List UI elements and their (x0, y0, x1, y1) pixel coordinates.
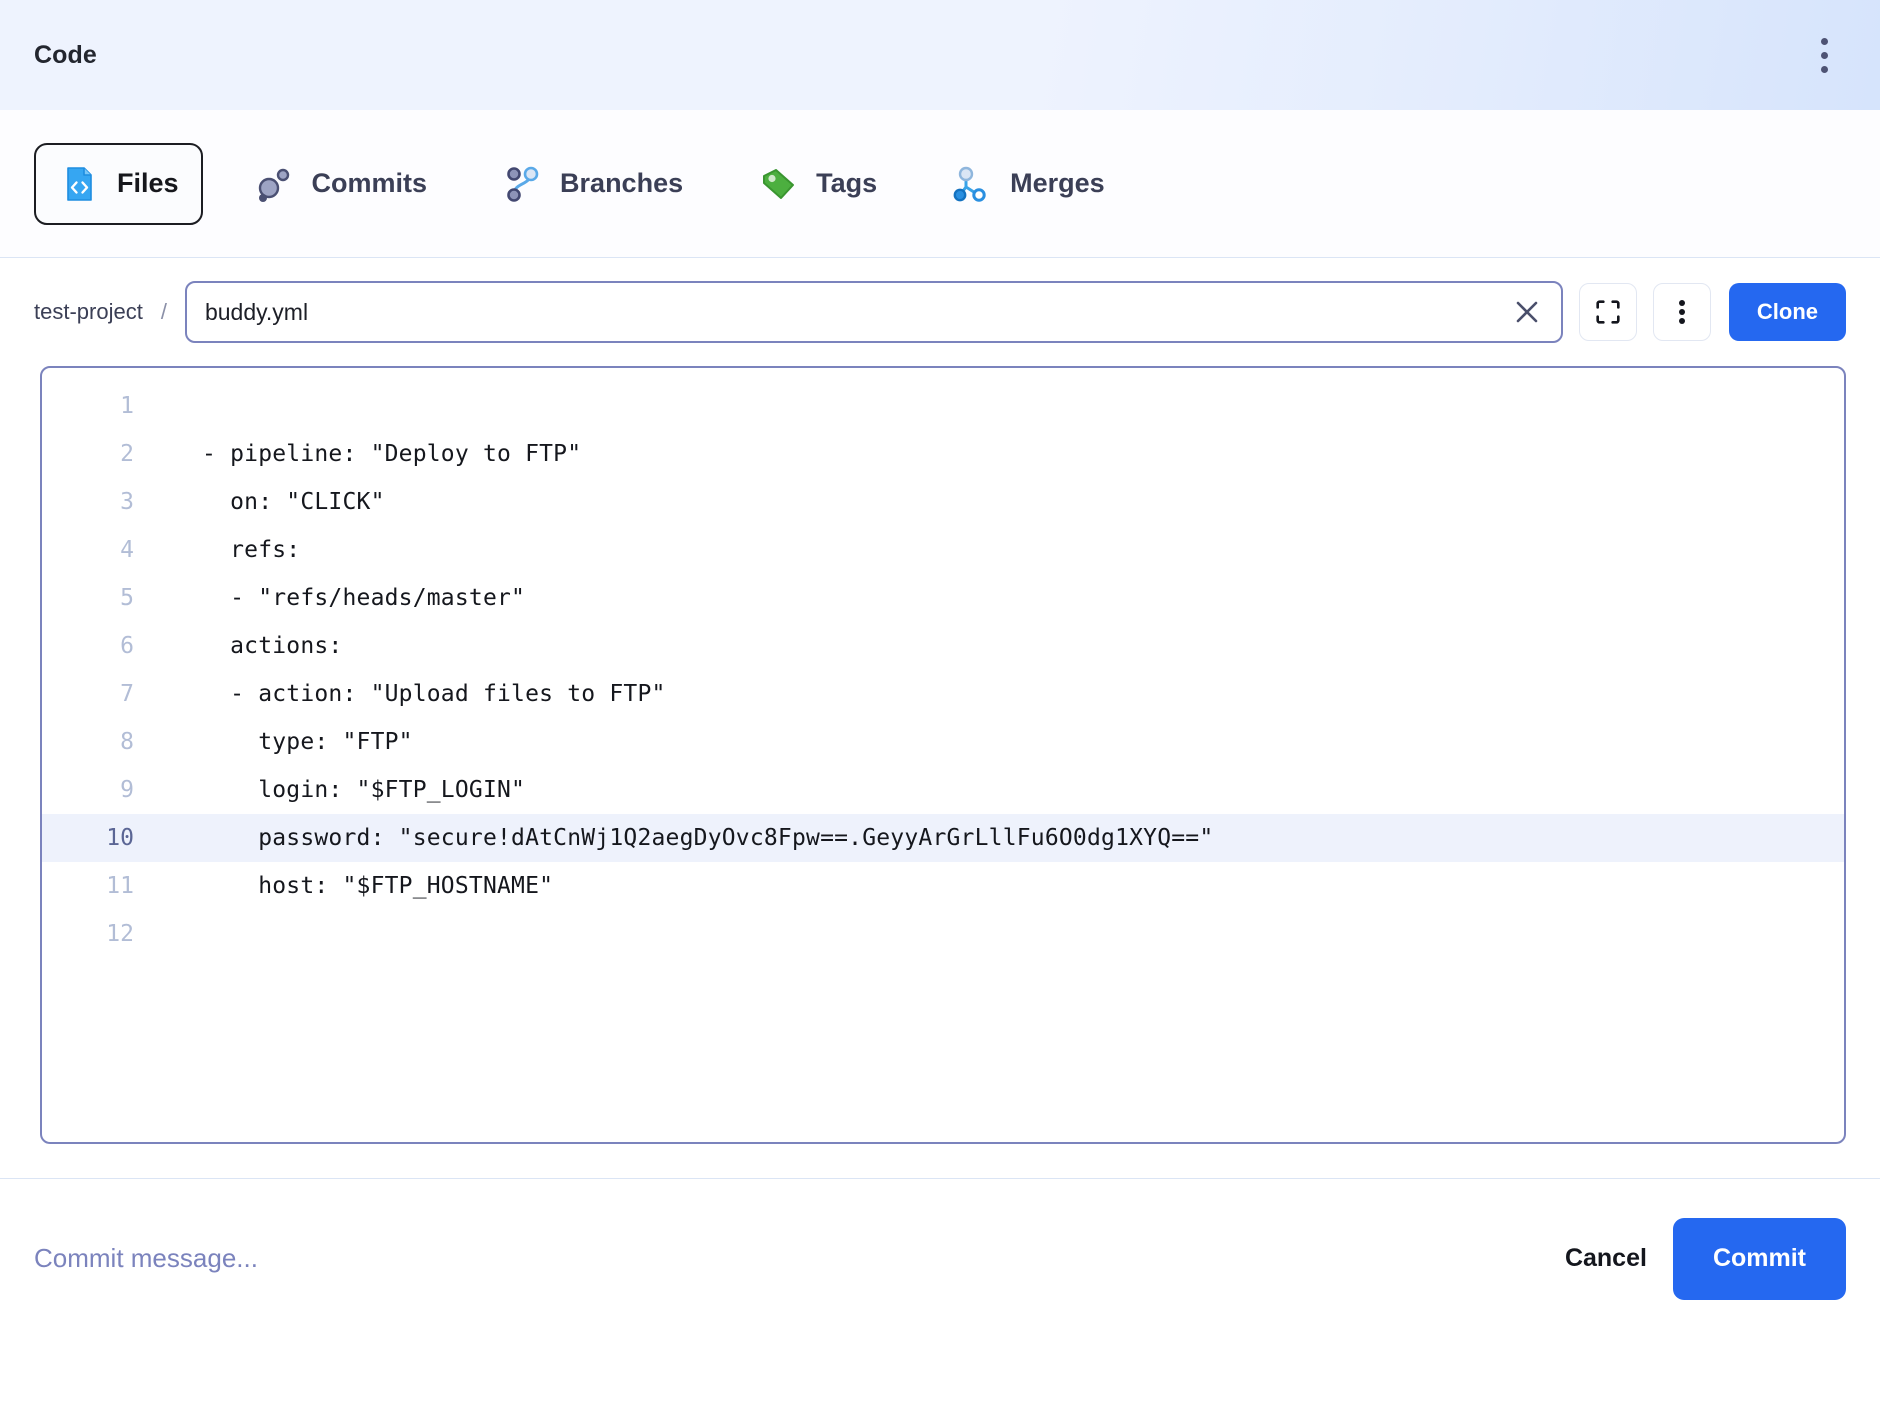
tag-icon (757, 163, 799, 205)
page-title: Code (34, 40, 97, 69)
merges-icon (951, 163, 993, 205)
code-line-number: 12 (106, 921, 134, 947)
tab-commits[interactable]: Commits (229, 143, 452, 225)
code-line-number: 3 (120, 489, 134, 515)
tab-tags[interactable]: Tags (733, 143, 901, 225)
code-line-text: password: "secure!dAtCnWj1Q2aegDyOvc8Fpw… (202, 825, 1214, 851)
code-line-text: type: "FTP" (202, 729, 413, 755)
breadcrumb-separator: / (160, 299, 167, 324)
clone-button[interactable]: Clone (1728, 283, 1846, 341)
breadcrumb-project[interactable]: test-project (34, 299, 143, 325)
code-line[interactable]: 2 - pipeline: "Deploy to FTP" (42, 430, 1844, 478)
code-line[interactable]: 12 (42, 910, 1844, 958)
fullscreen-button[interactable] (1578, 283, 1637, 341)
tab-files[interactable]: Files (34, 142, 203, 225)
code-editor-wrapper: 12- pipeline: "Deploy to FTP" 3 on: "CLIC… (0, 366, 1880, 1178)
file-path-bar: test-project / Clone (0, 258, 1880, 366)
code-line-number: 2 (120, 441, 134, 467)
code-line-number: 6 (120, 633, 134, 659)
code-line[interactable]: 8 type: "FTP" (42, 718, 1844, 766)
code-editor[interactable]: 12- pipeline: "Deploy to FTP" 3 on: "CLIC… (40, 366, 1846, 1144)
page-header: Code (0, 0, 1880, 110)
tab-label: Tags (816, 168, 878, 198)
path-more-options-button[interactable] (1652, 283, 1711, 341)
section-tabbar: Files Commits Branches Tags Merges (0, 110, 1880, 258)
file-path-input[interactable] (204, 298, 1503, 326)
tab-label: Files (117, 168, 179, 198)
bottom-strip (0, 1338, 1880, 1420)
code-line-text: actions: (202, 633, 343, 659)
kebab-menu-icon (1820, 51, 1828, 59)
code-line-number: 10 (106, 825, 134, 851)
file-path-input-wrapper (184, 281, 1563, 343)
code-browser-app: Code Files Commits Branches Tags Merges … (0, 0, 1880, 1420)
code-line-number: 1 (120, 393, 134, 419)
code-line[interactable]: 3 on: "CLICK" (42, 478, 1844, 526)
code-line-number: 5 (120, 585, 134, 611)
fullscreen-expand-icon (1596, 300, 1620, 324)
commit-button[interactable]: Commit (1672, 1217, 1846, 1300)
cancel-button[interactable]: Cancel (1539, 1244, 1673, 1273)
code-line-text: - "refs/heads/master" (202, 585, 526, 611)
code-line-number: 8 (120, 729, 134, 755)
code-line[interactable]: 5 - "refs/heads/master" (42, 574, 1844, 622)
code-line-text: - pipeline: "Deploy to FTP" (202, 441, 582, 467)
clear-path-button[interactable] (1503, 288, 1551, 336)
kebab-menu-icon (1678, 297, 1685, 327)
kebab-menu-icon (1820, 65, 1828, 73)
code-line-number: 7 (120, 681, 134, 707)
commits-icon (253, 163, 295, 205)
branches-icon (501, 163, 543, 205)
kebab-menu-icon (1820, 37, 1828, 45)
code-line-text: host: "$FTP_HOSTNAME" (202, 873, 554, 899)
close-x-icon (1516, 301, 1538, 323)
code-line[interactable]: 9 login: "$FTP_LOGIN" (42, 766, 1844, 814)
code-line-text: - action: "Upload files to FTP" (202, 681, 666, 707)
code-line[interactable]: 7 - action: "Upload files to FTP" (42, 670, 1844, 718)
code-line-text: login: "$FTP_LOGIN" (202, 777, 526, 803)
code-line-number: 4 (120, 537, 134, 563)
code-line-number: 11 (106, 873, 134, 899)
code-line[interactable]: 6 actions: (42, 622, 1844, 670)
tab-label: Commits (311, 168, 428, 198)
code-line-text: on: "CLICK" (202, 489, 385, 515)
code-line[interactable]: 1 (42, 382, 1844, 430)
tab-branches[interactable]: Branches (477, 143, 707, 225)
tab-label: Branches (560, 168, 684, 198)
tab-label: Merges (1010, 168, 1105, 198)
header-kebab-menu-button[interactable] (1802, 31, 1846, 79)
commit-footer: Cancel Commit (0, 1178, 1880, 1338)
code-line[interactable]: 10 password: "secure!dAtCnWj1Q2aegDyOvc8… (42, 814, 1844, 862)
code-line[interactable]: 4 refs: (42, 526, 1844, 574)
code-line-text: refs: (202, 537, 301, 563)
tab-merges[interactable]: Merges (927, 143, 1129, 225)
code-line-number: 9 (120, 777, 134, 803)
commit-message-input[interactable] (34, 1243, 1539, 1274)
code-file-icon (58, 163, 100, 205)
code-line[interactable]: 11 host: "$FTP_HOSTNAME" (42, 862, 1844, 910)
